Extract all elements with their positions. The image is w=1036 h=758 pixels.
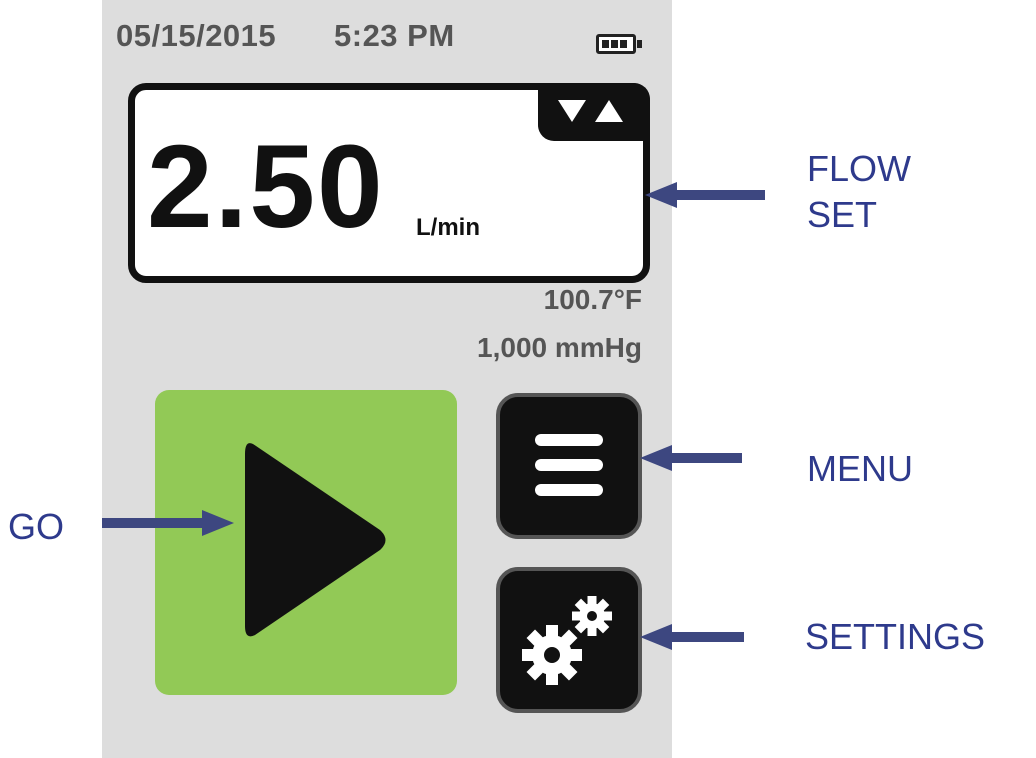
time-text: 5:23 PM	[334, 18, 455, 53]
battery-icon	[596, 34, 642, 54]
battery-level-bar	[602, 40, 609, 48]
battery-level-bar	[620, 40, 627, 48]
status-bar: 05/15/2015 5:23 PM	[116, 14, 656, 58]
arrow-down-icon[interactable]	[558, 100, 586, 122]
pressure-readout: 1,000 mmHg	[477, 332, 642, 363]
play-icon	[245, 443, 386, 637]
arrow-up-icon[interactable]	[595, 100, 623, 122]
gears-icon	[522, 596, 612, 685]
menu-callout: MENU	[807, 448, 913, 489]
temperature-readout: 100.7°F	[543, 284, 642, 315]
hamburger-icon	[535, 434, 603, 496]
flow-unit: L/min	[416, 214, 480, 241]
go-pointer-arrow	[102, 510, 234, 536]
settings-pointer-arrow	[640, 624, 744, 650]
figure: 05/15/2015 5:23 PM 2.50 L/min 100.7°F 1,…	[0, 0, 1036, 758]
menu-pointer-arrow	[640, 445, 742, 471]
settings-callout: SETTINGS	[805, 616, 986, 657]
flow-set-display[interactable]: 2.50 L/min	[128, 83, 650, 283]
battery-level-bar	[611, 40, 618, 48]
go-button[interactable]	[155, 390, 457, 695]
device-screen: 05/15/2015 5:23 PM 2.50 L/min 100.7°F 1,…	[102, 0, 672, 758]
date-text: 05/15/2015	[116, 18, 277, 53]
settings-button[interactable]	[496, 567, 642, 713]
flow-set-callout-line2: SET	[807, 193, 878, 235]
flow-set-pointer-arrow	[645, 182, 765, 208]
flow-set-callout: FLOW SET	[807, 146, 987, 237]
flow-adjust-tab[interactable]	[538, 83, 650, 141]
flow-value: 2.50	[147, 121, 385, 253]
menu-button[interactable]	[496, 393, 642, 539]
flow-set-callout-line1: FLOW	[807, 148, 911, 189]
go-callout: GO	[8, 506, 65, 547]
